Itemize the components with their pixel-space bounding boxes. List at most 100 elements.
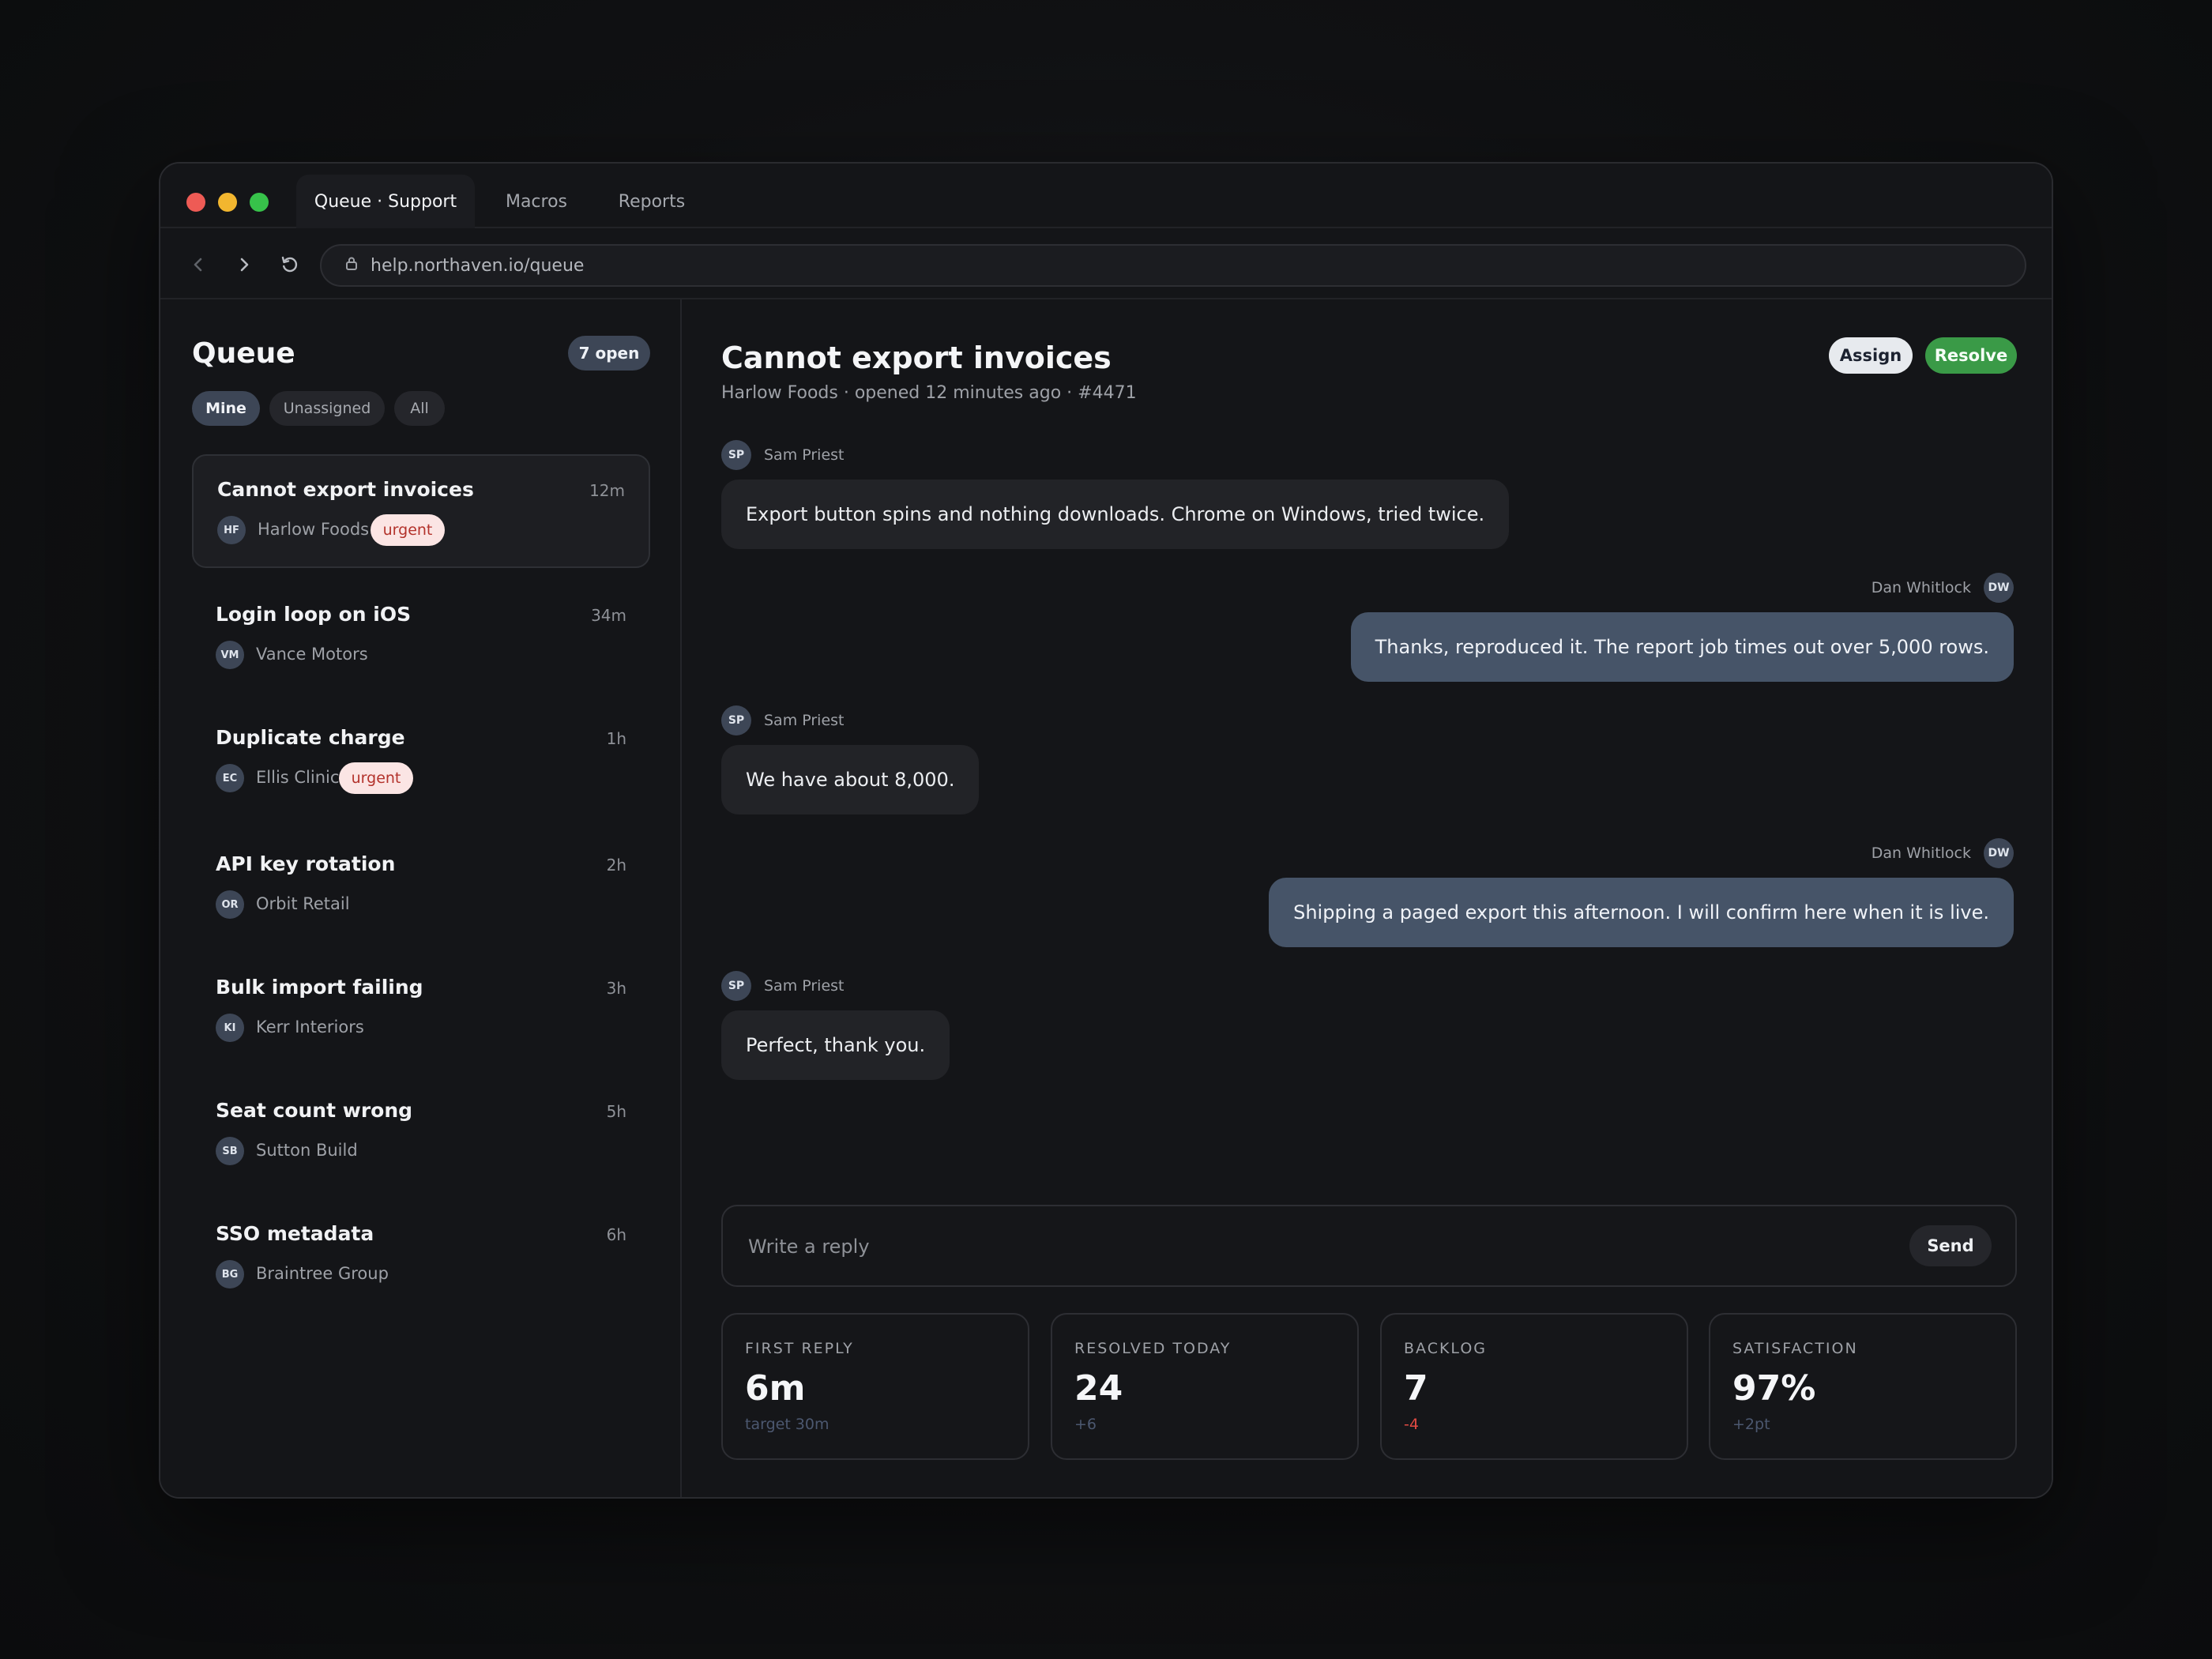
ticket-title: API key rotation bbox=[216, 852, 396, 875]
ticket-company: Orbit Retail bbox=[256, 894, 350, 913]
url-field[interactable]: help.northaven.io/queue bbox=[320, 244, 2026, 287]
conversation-subtitle: Harlow Foods · opened 12 minutes ago · #… bbox=[721, 383, 1137, 403]
send-button[interactable]: Send bbox=[1909, 1225, 1992, 1266]
conversation-title: Cannot export invoices bbox=[721, 340, 1112, 375]
back-icon[interactable] bbox=[184, 250, 213, 279]
queue-sidebar: Queue 7 open Mine Unassigned All Cannot … bbox=[160, 299, 682, 1497]
stat-delta: target 30m bbox=[745, 1416, 830, 1433]
stat-value: 6m bbox=[745, 1368, 806, 1409]
ticket-company: Vance Motors bbox=[256, 645, 368, 664]
forward-icon[interactable] bbox=[230, 250, 258, 279]
ticket-time: 1h bbox=[606, 729, 626, 748]
ticket-company: Sutton Build bbox=[256, 1141, 358, 1160]
ticket-api-key-rotation[interactable]: API key rotation 2h OR Orbit Retail bbox=[192, 830, 650, 944]
ticket-cannot-export-invoices[interactable]: Cannot export invoices 12m HF Harlow Foo… bbox=[192, 454, 650, 568]
reload-icon[interactable] bbox=[276, 250, 304, 279]
sender-name: Sam Priest bbox=[764, 712, 845, 729]
title-bar: Queue · Support Macros Reports bbox=[160, 164, 2052, 228]
browser-window: Queue · Support Macros Reports help.nort… bbox=[159, 162, 2053, 1499]
filter-unassigned[interactable]: Unassigned bbox=[269, 391, 385, 426]
queue-title: Queue bbox=[192, 337, 295, 370]
message-sender: Dan Whitlock DW bbox=[1872, 838, 2014, 868]
stat-value: 7 bbox=[1404, 1368, 1428, 1409]
stat-label: SATISFACTION bbox=[1732, 1340, 1858, 1357]
stat-value: 24 bbox=[1074, 1368, 1123, 1409]
ticket-title: Bulk import failing bbox=[216, 976, 423, 999]
sender-name: Dan Whitlock bbox=[1871, 579, 1971, 596]
ticket-company: Harlow Foods bbox=[258, 520, 370, 539]
message-bubble: We have about 8,000. bbox=[721, 745, 980, 814]
sender-name: Dan Whitlock bbox=[1871, 845, 1971, 862]
tab-queue-support[interactable]: Queue · Support bbox=[296, 175, 475, 228]
stat-label: FIRST REPLY bbox=[745, 1340, 854, 1357]
ticket-time: 2h bbox=[606, 856, 626, 875]
company-avatar: KI bbox=[216, 1014, 244, 1042]
sender-name: Sam Priest bbox=[764, 446, 845, 464]
stat-delta: +2pt bbox=[1732, 1416, 1770, 1433]
assign-button[interactable]: Assign bbox=[1829, 337, 1913, 374]
urgent-badge: urgent bbox=[339, 762, 413, 794]
sender-avatar: DW bbox=[1984, 573, 2014, 603]
ticket-seat-count-wrong[interactable]: Seat count wrong 5h SB Sutton Build bbox=[192, 1077, 650, 1191]
stat-satisfaction: SATISFACTION 97% +2pt bbox=[1709, 1313, 2017, 1460]
reply-input[interactable] bbox=[748, 1228, 1838, 1265]
ticket-bulk-import-failing[interactable]: Bulk import failing 3h KI Kerr Interiors bbox=[192, 954, 650, 1067]
sender-avatar: SP bbox=[721, 971, 751, 1001]
ticket-title: Cannot export invoices bbox=[217, 478, 474, 501]
stat-delta: -4 bbox=[1404, 1416, 1419, 1433]
sender-avatar: DW bbox=[1984, 838, 2014, 868]
stat-label: BACKLOG bbox=[1404, 1340, 1488, 1357]
reply-box: Send bbox=[721, 1205, 2017, 1287]
message-sender: SP Sam Priest bbox=[721, 971, 845, 1001]
sender-avatar: SP bbox=[721, 705, 751, 735]
ticket-company: Braintree Group bbox=[256, 1264, 389, 1283]
ticket-company: Kerr Interiors bbox=[256, 1018, 364, 1036]
message-sender: SP Sam Priest bbox=[721, 705, 845, 735]
ticket-title: SSO metadata bbox=[216, 1222, 374, 1245]
filter-mine[interactable]: Mine bbox=[192, 391, 260, 426]
company-avatar: SB bbox=[216, 1137, 244, 1165]
stat-first-reply: FIRST REPLY 6m target 30m bbox=[721, 1313, 1029, 1460]
message-sender: Dan Whitlock DW bbox=[1872, 573, 2014, 603]
ticket-title: Seat count wrong bbox=[216, 1099, 413, 1122]
ticket-company: Ellis Clinic bbox=[256, 768, 340, 787]
ticket-time: 6h bbox=[606, 1225, 626, 1244]
ticket-time: 12m bbox=[589, 481, 625, 500]
tab-reports[interactable]: Reports bbox=[587, 175, 717, 228]
urgent-badge: urgent bbox=[371, 514, 445, 546]
stat-value: 97% bbox=[1732, 1368, 1816, 1409]
filter-all[interactable]: All bbox=[394, 391, 445, 426]
message-bubble: Thanks, reproduced it. The report job ti… bbox=[1350, 612, 2014, 682]
conversation-panel: Cannot export invoices Harlow Foods · op… bbox=[683, 299, 2052, 1497]
message-bubble: Perfect, thank you. bbox=[721, 1010, 950, 1080]
message-sender: SP Sam Priest bbox=[721, 440, 845, 470]
company-avatar: OR bbox=[216, 890, 244, 919]
stat-resolved-today: RESOLVED TODAY 24 +6 bbox=[1051, 1313, 1359, 1460]
resolve-button[interactable]: Resolve bbox=[1925, 337, 2017, 374]
tab-macros[interactable]: Macros bbox=[487, 175, 585, 228]
minimize-window-button[interactable] bbox=[218, 193, 237, 212]
company-avatar: HF bbox=[217, 516, 246, 544]
maximize-window-button[interactable] bbox=[250, 193, 269, 212]
company-avatar: BG bbox=[216, 1260, 244, 1288]
ticket-title: Duplicate charge bbox=[216, 726, 405, 749]
ticket-title: Login loop on iOS bbox=[216, 603, 412, 626]
stat-label: RESOLVED TODAY bbox=[1074, 1340, 1232, 1357]
company-avatar: EC bbox=[216, 764, 244, 792]
message-bubble: Export button spins and nothing download… bbox=[721, 480, 1510, 549]
url-text: help.northaven.io/queue bbox=[371, 255, 585, 276]
open-count-badge: 7 open bbox=[568, 336, 650, 371]
ticket-time: 34m bbox=[591, 606, 626, 625]
stat-delta: +6 bbox=[1074, 1416, 1097, 1433]
lock-icon bbox=[344, 255, 359, 276]
sender-name: Sam Priest bbox=[764, 977, 845, 995]
address-bar: help.northaven.io/queue bbox=[160, 230, 2052, 299]
ticket-login-loop-ios[interactable]: Login loop on iOS 34m VM Vance Motors bbox=[192, 581, 650, 694]
close-window-button[interactable] bbox=[186, 193, 205, 212]
message-bubble: Shipping a paged export this afternoon. … bbox=[1269, 878, 2014, 947]
stat-backlog: BACKLOG 7 -4 bbox=[1380, 1313, 1688, 1460]
ticket-duplicate-charge[interactable]: Duplicate charge 1h EC Ellis Clinic urge… bbox=[192, 704, 650, 818]
ticket-sso-metadata[interactable]: SSO metadata 6h BG Braintree Group bbox=[192, 1200, 650, 1314]
ticket-time: 5h bbox=[606, 1102, 626, 1121]
ticket-time: 3h bbox=[606, 979, 626, 998]
